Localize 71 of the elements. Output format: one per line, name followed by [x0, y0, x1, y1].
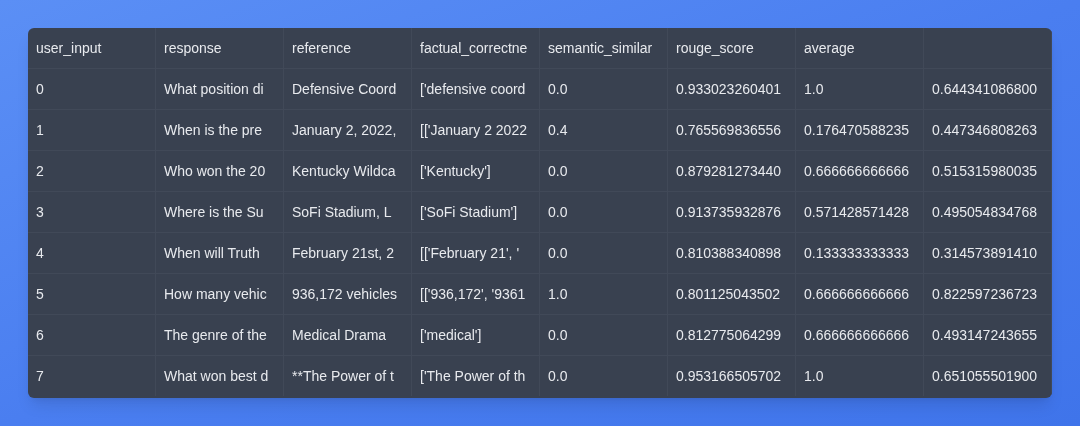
- table-cell-text: 6: [36, 325, 44, 345]
- table-cell-text: What won best d: [164, 366, 269, 386]
- table-cell-text: 0.651055501900: [932, 366, 1038, 386]
- column-header: rouge_score: [676, 38, 754, 58]
- table-cell-text: 4: [36, 243, 44, 263]
- table-cell-text: 0.176470588235: [804, 120, 910, 140]
- column-header: average: [804, 38, 855, 58]
- table-cell-text: [['February 21', ': [420, 243, 520, 263]
- table-cell-text: 7: [36, 366, 44, 386]
- table-cell-text: 0.765569836556: [676, 120, 782, 140]
- table-cell-text: 0.933023260401: [676, 79, 782, 99]
- table-cell-text: 0.666666666666: [804, 284, 910, 304]
- table-cell-text: 0.644341086800: [932, 79, 1038, 99]
- table-cell-text: ['medical']: [420, 325, 482, 345]
- table-cell-text: 0.810388340898: [676, 243, 782, 263]
- table-cell-text: 0.0: [548, 202, 568, 222]
- table-cell-text: Kentucky Wildca: [292, 161, 396, 181]
- table-cell-text: 936,172 vehicles: [292, 284, 398, 304]
- column-header: user_input: [36, 38, 102, 58]
- table-cell-text: 0.0: [548, 325, 568, 345]
- table-cell-text: 0.822597236723: [932, 284, 1038, 304]
- table-cell-text: 3: [36, 202, 44, 222]
- column-header: semantic_similar: [548, 38, 653, 58]
- table-cell-text: **The Power of t: [292, 366, 394, 386]
- table-cell-text: 0.0: [548, 243, 568, 263]
- table-cell-text: February 21st, 2: [292, 243, 394, 263]
- table-cell-text: SoFi Stadium, L: [292, 202, 392, 222]
- table-cell-text: 0.571428571428: [804, 202, 910, 222]
- table-cell-text: ['The Power of th: [420, 366, 526, 386]
- column-header: reference: [292, 38, 352, 58]
- table-cell-text: 0.801125043502: [676, 284, 781, 304]
- table-cell-text: 0.666666666666: [804, 161, 910, 181]
- table-cell-text: ['SoFi Stadium']: [420, 202, 518, 222]
- table-cell-text: When is the pre: [164, 120, 263, 140]
- table-cell-text: 0.0: [548, 366, 568, 386]
- table-cell-text: 0.879281273440: [676, 161, 782, 181]
- table-cell-text: 0.812775064299: [676, 325, 782, 345]
- table-cell-text: 0.133333333333: [804, 243, 910, 263]
- table-cell-text: 1.0: [548, 284, 568, 304]
- table-cell-text: How many vehic: [164, 284, 267, 304]
- table-cell-text: 0.666666666666: [804, 325, 910, 345]
- table-cell-text: 0.515315980035: [932, 161, 1038, 181]
- table-cell-text: ['Kentucky']: [420, 161, 491, 181]
- table-cell-text: 1.0: [804, 366, 824, 386]
- table-cell-text: 2: [36, 161, 44, 181]
- table-cell-text: 0.314573891410: [932, 243, 1038, 263]
- table-cell-text: 5: [36, 284, 44, 304]
- table-cell-text: January 2, 2022,: [292, 120, 397, 140]
- table-cell-text: ['defensive coord: [420, 79, 526, 99]
- table-cell-text: When will Truth: [164, 243, 260, 263]
- table-cell-text: 1: [36, 120, 44, 140]
- table-cell-text: 0.953166505702: [676, 366, 782, 386]
- table-cell-text: 0.447346808263: [932, 120, 1038, 140]
- column-header: factual_correctne: [420, 38, 528, 58]
- table-cell-text: [['936,172', '9361: [420, 284, 526, 304]
- table-cell-text: 0.913735932876: [676, 202, 782, 222]
- table-cell-text: The genre of the: [164, 325, 267, 345]
- table-cell-text: 0.0: [548, 161, 568, 181]
- table-cell-text: Defensive Coord: [292, 79, 397, 99]
- table-cell-text: 0.493147243655: [932, 325, 1038, 345]
- table-cell-text: [['January 2 2022: [420, 120, 527, 140]
- table-cell-text: 0.4: [548, 120, 568, 140]
- table-cell-text: Who won the 20: [164, 161, 266, 181]
- column-header: response: [164, 38, 222, 58]
- table-cell-text: 0.495054834768: [932, 202, 1038, 222]
- table-cell-text: What position di: [164, 79, 264, 99]
- table-cell-text: 0.0: [548, 79, 568, 99]
- table-cell-text: 1.0: [804, 79, 824, 99]
- table-cell-text: Medical Drama: [292, 325, 387, 345]
- table-cell-text: 0: [36, 79, 44, 99]
- table-cell-text: Where is the Su: [164, 202, 264, 222]
